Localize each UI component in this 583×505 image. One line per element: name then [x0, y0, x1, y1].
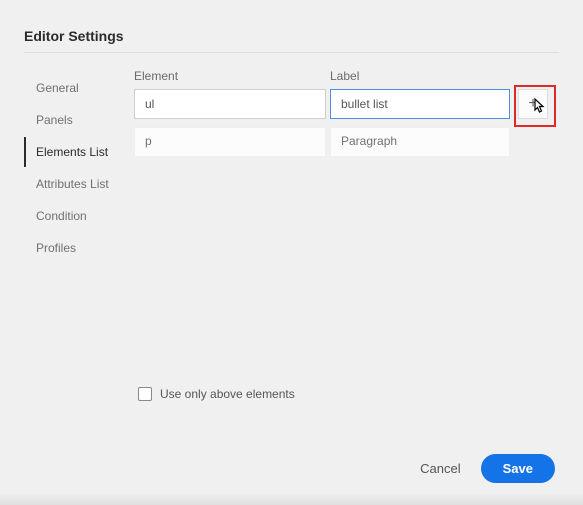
sidebar-item-general[interactable]: General [24, 73, 132, 103]
use-only-above-checkbox[interactable] [138, 387, 152, 401]
sidebar-item-profiles[interactable]: Profiles [24, 233, 132, 263]
sidebar-item-condition[interactable]: Condition [24, 201, 132, 231]
label-cell[interactable]: Paragraph [330, 127, 510, 157]
column-header-label: Label [330, 69, 510, 83]
sidebar: General Panels Elements List Attributes … [24, 69, 132, 401]
element-row: + [134, 89, 559, 119]
element-cell[interactable]: p [134, 127, 326, 157]
page-title: Editor Settings [24, 28, 559, 44]
main-panel: Element Label + p Paragraph [132, 69, 559, 401]
plus-icon: + [528, 95, 537, 113]
cancel-button[interactable]: Cancel [420, 461, 460, 476]
footer: Cancel Save [420, 454, 555, 483]
save-button[interactable]: Save [481, 454, 555, 483]
add-button[interactable]: + [518, 89, 548, 119]
divider [24, 52, 559, 53]
sidebar-item-attributes-list[interactable]: Attributes List [24, 169, 132, 199]
label-input[interactable] [330, 89, 510, 119]
shadow-decoration [0, 493, 583, 505]
column-header-element: Element [134, 69, 326, 83]
sidebar-item-panels[interactable]: Panels [24, 105, 132, 135]
checkbox-label: Use only above elements [160, 387, 295, 401]
element-row: p Paragraph [134, 127, 559, 157]
sidebar-item-elements-list[interactable]: Elements List [24, 137, 132, 167]
element-input[interactable] [134, 89, 326, 119]
checkbox-row: Use only above elements [138, 387, 559, 401]
